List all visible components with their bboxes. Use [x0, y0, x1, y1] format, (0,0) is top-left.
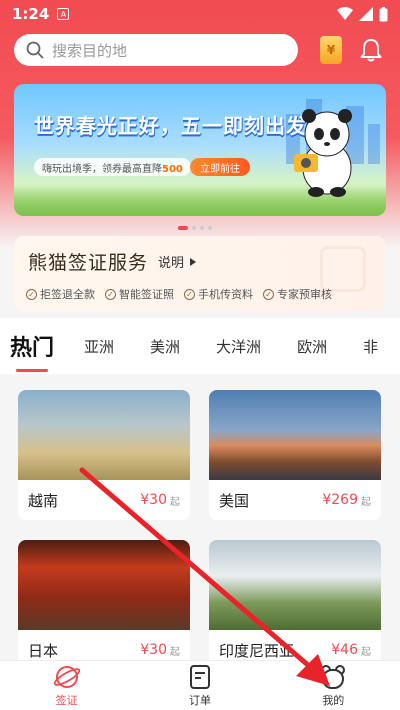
- region-tabs: 热门 亚洲 美洲 大洋洲 欧洲 非: [0, 318, 400, 374]
- notification-a-icon: A: [57, 8, 70, 20]
- check-circle-icon: ✓: [184, 288, 195, 300]
- feature-item: ✓ 专家预审核: [263, 286, 332, 302]
- nav-visa-label: 签证: [55, 693, 78, 707]
- price-suffix: 起: [361, 646, 371, 658]
- visa-service-desc-link[interactable]: 说明: [158, 252, 184, 271]
- banner-subtitle-text: 嗨玩出境季，领券最高直降: [42, 164, 162, 175]
- check-circle-icon: ✓: [263, 288, 274, 300]
- tab-americas[interactable]: 美洲: [150, 336, 180, 357]
- visa-service-header: 熊猫签证服务 说明: [28, 248, 197, 275]
- destination-price: ¥269: [322, 492, 358, 508]
- banner-pager-dots: [178, 226, 212, 230]
- play-arrow-icon: [190, 257, 197, 266]
- search-icon: [26, 41, 44, 59]
- signal-icon: [359, 7, 373, 21]
- banner-subtitle-amount: 500: [162, 164, 183, 175]
- search-row: 搜索目的地 ¥: [14, 34, 390, 66]
- panda-mascot-illustration: [294, 109, 352, 197]
- planet-icon: [53, 665, 80, 688]
- pager-dot: [192, 226, 196, 230]
- pager-dot: [200, 226, 204, 230]
- visa-service-title: 熊猫签证服务: [28, 252, 149, 274]
- search-input[interactable]: 搜索目的地: [14, 34, 298, 66]
- nav-orders-label: 订单: [188, 693, 211, 707]
- destination-photo: [18, 540, 190, 630]
- banner-title: 世界春光正好，五一即刻出发: [34, 114, 307, 138]
- destination-price: ¥46: [331, 642, 358, 658]
- nav-profile-label: 我的: [322, 693, 345, 707]
- destination-photo: [209, 540, 381, 630]
- feature-label: 专家预审核: [277, 288, 332, 301]
- destination-grid: 越南 ¥30 起 美国 ¥269 起 日本 ¥30 起 印度尼西亚 ¥46 起: [0, 374, 400, 670]
- price-suffix: 起: [361, 496, 371, 508]
- destination-name: 印度尼西亚: [219, 641, 295, 660]
- feature-item: ✓ 拒签退全款: [26, 286, 95, 302]
- feature-item: ✓ 智能签证照: [105, 286, 174, 302]
- destination-photo: [18, 390, 190, 480]
- order-icon: [189, 664, 210, 689]
- profile-bear-icon: [321, 664, 346, 689]
- visa-service-card: 熊猫签证服务 说明 ✓ 拒签退全款 ✓ 智能签证照 ✓ 手机传资料 ✓ 专家预审核: [14, 236, 386, 312]
- destination-name: 越南: [28, 491, 59, 510]
- feature-label: 手机传资料: [198, 288, 253, 301]
- destination-name: 美国: [219, 491, 250, 510]
- destination-price: ¥30: [140, 642, 167, 658]
- destination-card-vietnam[interactable]: 越南 ¥30 起: [18, 390, 190, 520]
- destination-name: 日本: [28, 641, 59, 660]
- destination-card-indonesia[interactable]: 印度尼西亚 ¥46 起: [209, 540, 381, 670]
- nav-orders[interactable]: 订单: [133, 661, 266, 710]
- check-circle-icon: ✓: [26, 288, 37, 300]
- check-circle-icon: ✓: [105, 288, 116, 300]
- destination-price: ¥30: [140, 492, 167, 508]
- tab-oceania[interactable]: 大洋洲: [216, 336, 261, 357]
- banner-subtitle: 嗨玩出境季，领券最高直降500: [34, 158, 191, 176]
- visa-features: ✓ 拒签退全款 ✓ 智能签证照 ✓ 手机传资料 ✓ 专家预审核: [26, 286, 332, 302]
- feature-item: ✓ 手机传资料: [184, 286, 253, 302]
- status-bar: 1:24 A: [0, 0, 400, 28]
- coupon-wallet-icon[interactable]: ¥: [320, 36, 342, 64]
- search-placeholder: 搜索目的地: [52, 41, 128, 60]
- bottom-nav: 签证 订单 我的: [0, 660, 400, 710]
- wifi-icon: [337, 7, 353, 20]
- battery-icon: [379, 6, 388, 21]
- destination-card-japan[interactable]: 日本 ¥30 起: [18, 540, 190, 670]
- price-suffix: 起: [170, 646, 180, 658]
- tab-europe[interactable]: 欧洲: [297, 336, 327, 357]
- tab-africa[interactable]: 非: [363, 336, 378, 357]
- promo-banner[interactable]: 世界春光正好，五一即刻出发 嗨玩出境季，领券最高直降500 立即前往: [14, 84, 386, 216]
- feature-label: 智能签证照: [119, 288, 174, 301]
- tab-hot[interactable]: 热门: [10, 330, 54, 372]
- destination-photo: [209, 390, 381, 480]
- pager-dot-active: [178, 226, 188, 230]
- status-time: 1:24: [12, 5, 50, 23]
- price-suffix: 起: [170, 496, 180, 508]
- tab-asia[interactable]: 亚洲: [84, 336, 114, 357]
- nav-profile[interactable]: 我的: [267, 661, 400, 710]
- wallet-label: ¥: [326, 43, 336, 57]
- destination-card-usa[interactable]: 美国 ¥269 起: [209, 390, 381, 520]
- pager-dot: [208, 226, 212, 230]
- bell-icon[interactable]: [360, 38, 382, 62]
- banner-go-button[interactable]: 立即前往: [190, 158, 250, 176]
- nav-visa[interactable]: 签证: [0, 661, 133, 710]
- feature-label: 拒签退全款: [40, 288, 95, 301]
